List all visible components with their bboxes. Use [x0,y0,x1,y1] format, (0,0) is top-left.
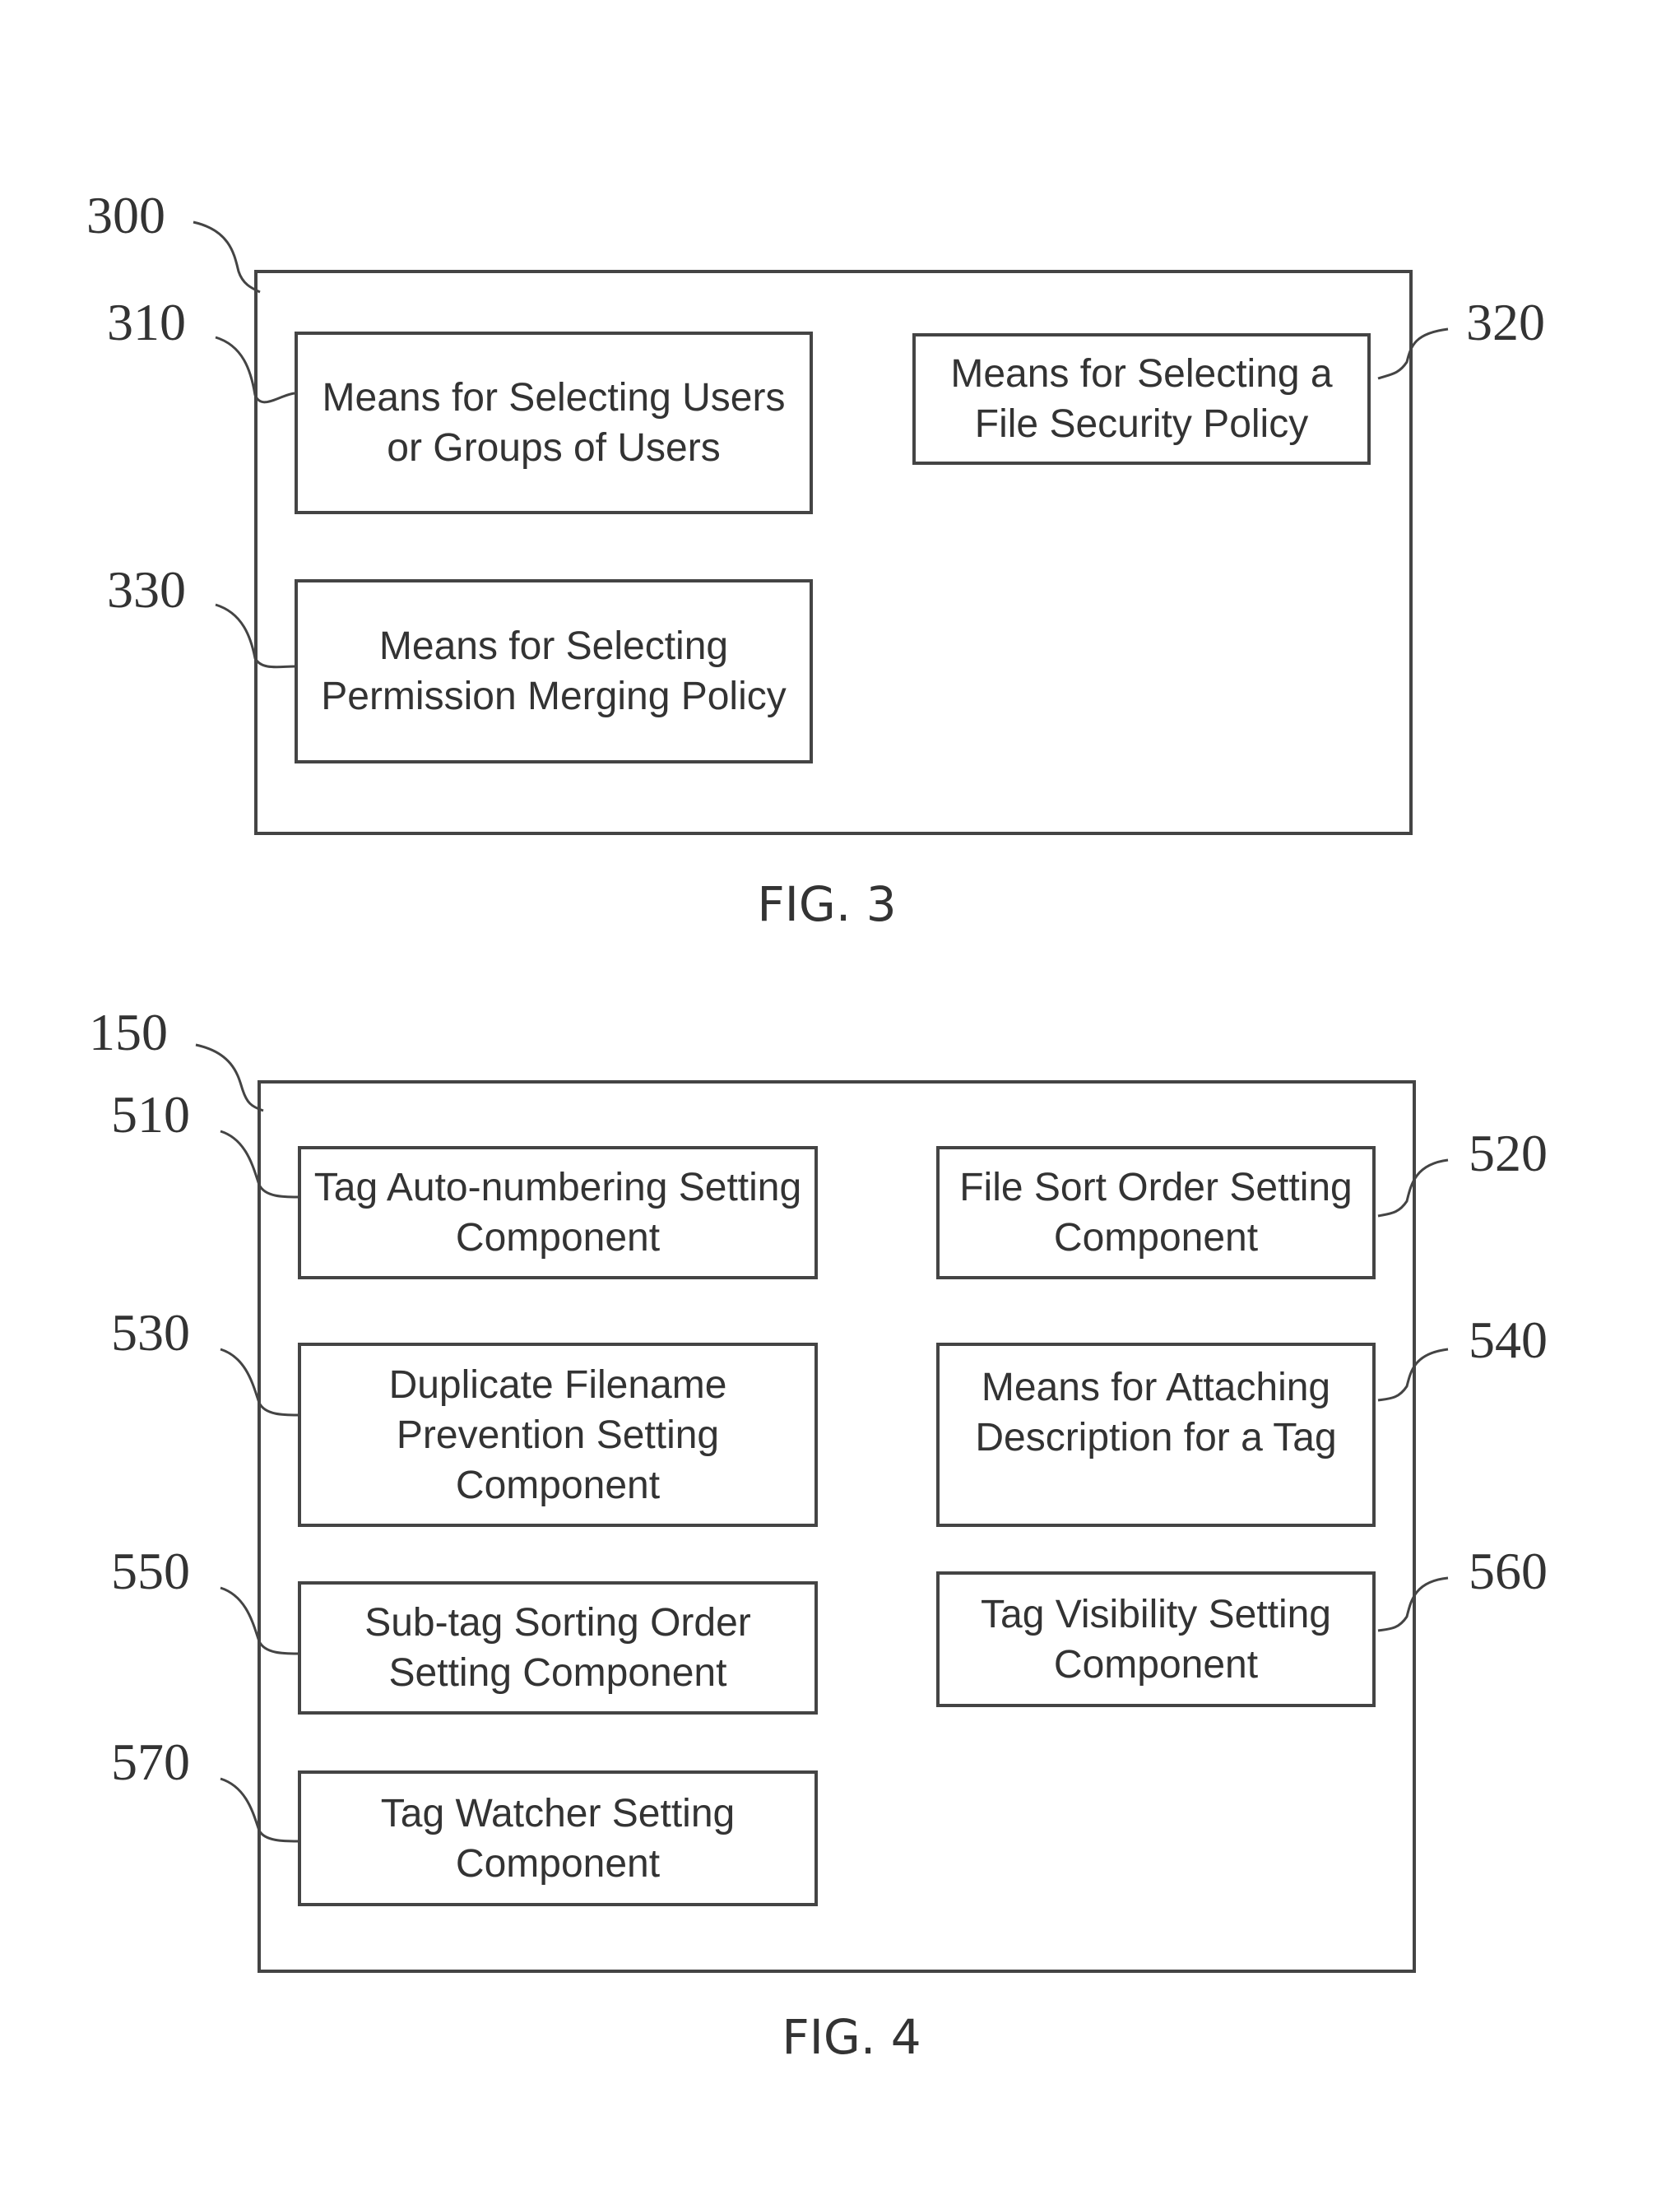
ref-530: 530 [111,1303,190,1362]
figure-4-caption: FIG. 4 [782,2009,921,2065]
leader-150 [195,1043,264,1112]
ref-570: 570 [111,1733,190,1791]
ref-550: 550 [111,1542,190,1600]
figure-3-caption: FIG. 3 [757,876,897,932]
component-570: Tag Watcher Setting Component [298,1770,818,1906]
component-560: Tag Visibility Setting Component [936,1571,1376,1707]
ref-330: 330 [107,560,186,619]
component-550: Sub-tag Sorting Order Setting Component [298,1581,818,1715]
ref-300: 300 [86,186,165,244]
ref-510: 510 [111,1085,190,1144]
component-330: Means for Selecting Permission Merging P… [295,579,813,763]
component-530: Duplicate Filename Prevention Setting Co… [298,1343,818,1527]
component-520: File Sort Order Setting Component [936,1146,1376,1279]
ref-540: 540 [1469,1311,1548,1369]
component-510: Tag Auto-numbering Setting Component [298,1146,818,1279]
ref-320: 320 [1466,293,1545,351]
leader-300 [193,220,261,294]
component-310: Means for Selecting Users or Groups of U… [295,332,813,514]
ref-310: 310 [107,293,186,351]
component-540: Means for Attaching Description for a Ta… [936,1343,1376,1527]
ref-150: 150 [89,1003,168,1061]
ref-520: 520 [1469,1124,1548,1182]
ref-560: 560 [1469,1542,1548,1600]
component-320: Means for Selecting a File Security Poli… [912,333,1371,465]
